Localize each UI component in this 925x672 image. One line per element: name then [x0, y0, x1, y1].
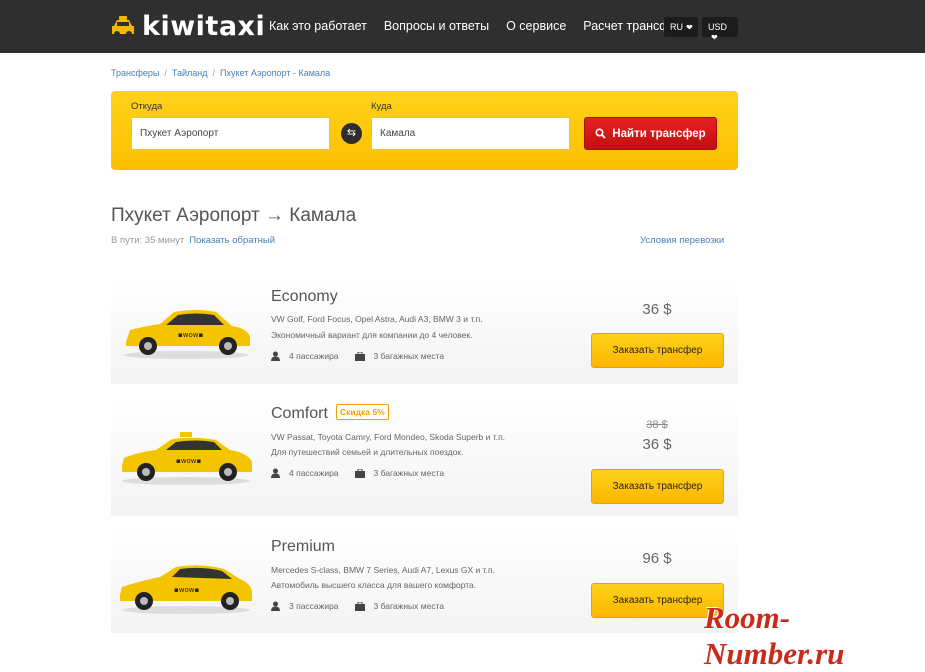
breadcrumb-separator: / — [212, 68, 215, 78]
discount-badge: Скидка 5% — [336, 404, 389, 420]
svg-text:▪wow▪: ▪wow▪ — [178, 331, 203, 339]
class-models: Mercedes S-class, BMW 7 Series, Audi A7,… — [271, 565, 495, 575]
luggage-count: 3 багажных места — [373, 601, 445, 611]
swap-icon[interactable]: ⇆ — [341, 123, 362, 144]
luggage-icon — [354, 601, 365, 611]
class-features: 3 пассажира 3 багажных места — [271, 601, 460, 611]
to-label: Куда — [371, 101, 392, 112]
passengers: 4 пассажира — [271, 468, 339, 478]
luggage-count: 3 багажных места — [373, 351, 445, 361]
price: 96 $ — [642, 550, 672, 567]
route-duration: В пути: 35 минут — [111, 235, 185, 246]
passenger-icon — [271, 468, 280, 478]
luggage: 3 багажных места — [354, 351, 445, 361]
svg-text:▪wow▪: ▪wow▪ — [176, 457, 201, 465]
price: 36 $ — [642, 301, 672, 318]
nav-how-it-works[interactable]: Как это работает — [269, 19, 367, 33]
transfer-card-comfort: ▪wow▪ Comfort Скидка 5% VW Passat, Toyot… — [111, 394, 738, 516]
passenger-icon — [271, 351, 280, 361]
breadcrumb-item-country[interactable]: Тайланд — [172, 68, 208, 78]
from-input[interactable]: Пхукет Аэропорт — [131, 117, 330, 150]
terms-link[interactable]: Условия перевозки — [640, 235, 724, 246]
transfer-card-economy: ▪wow▪ Economy VW Golf, Ford Focus, Opel … — [111, 277, 738, 384]
luggage: 3 багажных места — [354, 468, 445, 478]
class-name: Premium — [271, 538, 336, 555]
route-title: Пхукет Аэропорт → Камала — [111, 205, 357, 226]
taxi-logo-icon — [112, 15, 134, 37]
watermark: Room-Number.ru — [704, 600, 845, 671]
passengers-count: 4 пассажира — [289, 351, 339, 361]
luggage-icon — [354, 468, 365, 478]
car-image: ▪wow▪ — [120, 565, 252, 614]
class-models: VW Golf, Ford Focus, Opel Astra, Audi A3… — [271, 314, 483, 324]
luggage-icon — [354, 351, 365, 361]
class-features: 4 пассажира 3 багажных места — [271, 468, 460, 478]
class-description: Автомобиль высшего класса для вашего ком… — [271, 580, 477, 590]
passengers-count: 3 пассажира — [289, 601, 339, 611]
logo[interactable]: kiwitaxi — [110, 11, 265, 42]
language-value: RU — [670, 22, 683, 32]
transfer-card-premium: ▪wow▪ Premium Mercedes S-class, BMW 7 Se… — [111, 527, 738, 633]
old-price: 38 $ — [646, 419, 668, 431]
breadcrumb-item-route[interactable]: Пхукет Аэропорт - Камала — [220, 68, 330, 78]
from-label: Откуда — [131, 101, 163, 112]
order-transfer-button[interactable]: Заказать трансфер — [591, 469, 724, 504]
passenger-icon — [271, 601, 280, 611]
to-input[interactable]: Камала — [371, 117, 570, 150]
passengers-count: 4 пассажира — [289, 468, 339, 478]
nav-faq[interactable]: Вопросы и ответы — [384, 19, 489, 33]
luggage-count: 3 багажных места — [373, 468, 445, 478]
class-models: VW Passat, Toyota Camry, Ford Mondeo, Sk… — [271, 432, 506, 442]
find-transfer-button[interactable]: Найти трансфер — [584, 117, 717, 150]
class-description: Экономичный вариант для компании до 4 че… — [271, 330, 473, 340]
search-icon — [595, 128, 606, 139]
nav-about[interactable]: О сервисе — [506, 19, 566, 33]
svg-text:▪wow▪: ▪wow▪ — [174, 586, 199, 594]
chevron-down-icon: ❤ — [711, 33, 718, 42]
logo-text: kiwitaxi — [142, 11, 266, 42]
breadcrumb: Трансферы / Тайланд / Пхукет Аэропорт - Кама… — [111, 68, 330, 78]
class-description: Для путешествий семьей и длительных поез… — [271, 447, 464, 457]
search-panel: Откуда Пхукет Аэропорт ⇆ Куда Камала Най… — [111, 91, 738, 170]
chevron-down-icon: ❤ — [686, 23, 693, 32]
car-image: ▪wow▪ — [124, 310, 250, 359]
currency-value: USD — [708, 22, 728, 32]
class-name: Economy — [271, 288, 338, 305]
route-info: В пути: 35 минут Показать обратный — [111, 235, 275, 246]
main-nav: Как это работает Вопросы и ответы О серв… — [269, 19, 707, 33]
currency-select[interactable]: USD❤ — [702, 17, 738, 42]
passengers: 3 пассажира — [271, 601, 339, 611]
show-reverse-link[interactable]: Показать обратный — [189, 235, 275, 246]
class-features: 4 пассажира 3 багажных места — [271, 351, 460, 361]
top-header: kiwitaxi Как это работает Вопросы и отве… — [0, 0, 925, 53]
passengers: 4 пассажира — [271, 351, 339, 361]
luggage: 3 багажных места — [354, 601, 445, 611]
car-image: ▪wow▪ — [122, 432, 252, 485]
price: 36 $ — [642, 436, 672, 453]
breadcrumb-separator: / — [164, 68, 167, 78]
breadcrumb-item-transfers[interactable]: Трансферы — [111, 68, 159, 78]
find-transfer-label: Найти трансфер — [612, 127, 706, 140]
language-select[interactable]: RU ❤ — [664, 17, 698, 37]
order-transfer-button[interactable]: Заказать трансфер — [591, 333, 724, 368]
class-name: Comfort — [271, 405, 328, 422]
